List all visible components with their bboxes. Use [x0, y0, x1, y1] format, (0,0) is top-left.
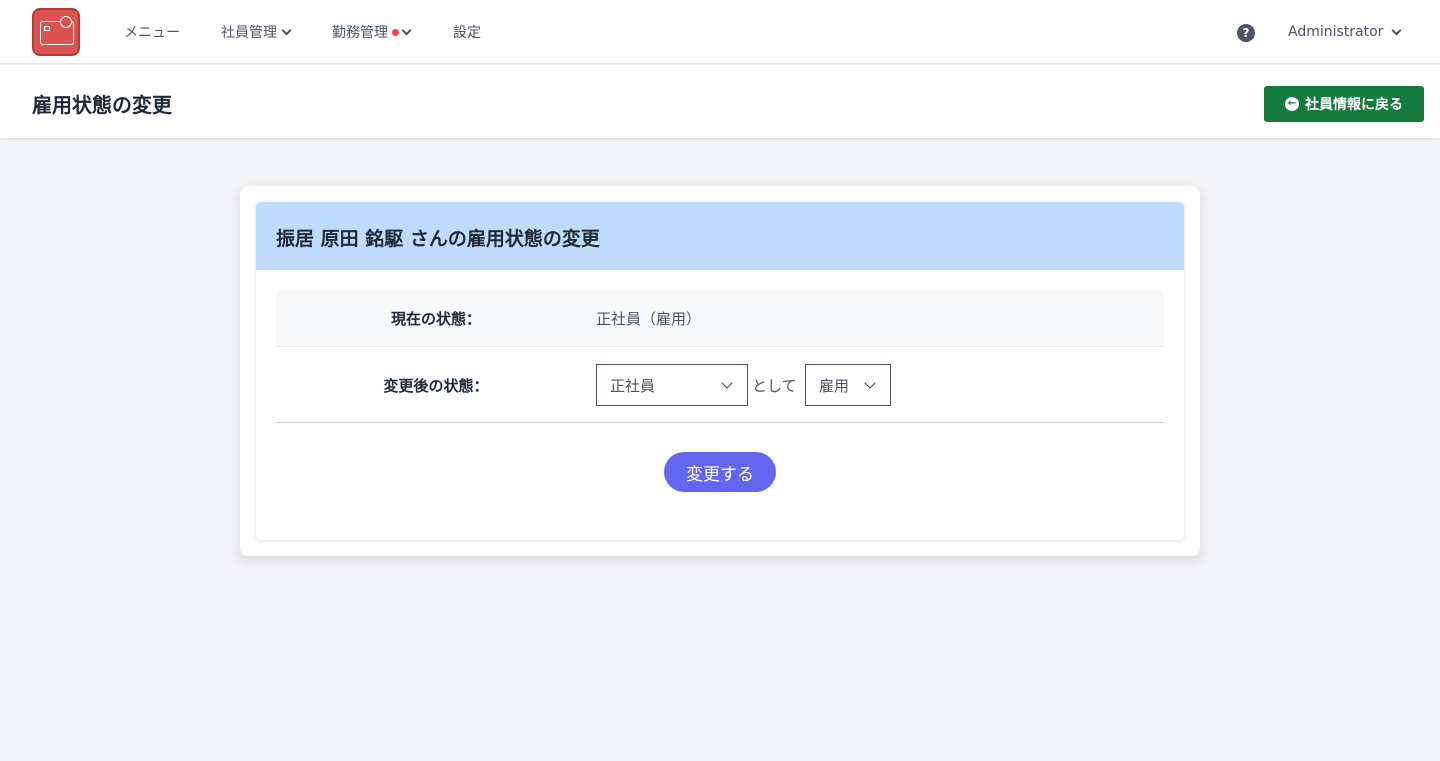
chevron-down-icon — [864, 377, 876, 389]
nav-settings[interactable]: 設定 — [453, 22, 481, 42]
page-title: 雇用状態の変更 — [32, 93, 172, 117]
new-status-label: 変更後の状態： — [383, 377, 489, 395]
nav-employee-management[interactable]: 社員管理 — [221, 22, 292, 42]
notification-dot-icon — [392, 28, 399, 36]
help-icon[interactable]: ? — [1237, 24, 1255, 42]
nav-settings-label: 設定 — [453, 25, 481, 41]
page-header: 雇用状態の変更 ← 社員情報に戻る — [0, 65, 1440, 138]
nav-menu[interactable]: メニュー — [124, 22, 180, 42]
nav-employee-management-label: 社員管理 — [221, 25, 277, 41]
nav-attendance-management-label: 勤務管理 — [332, 25, 388, 41]
card-header: 振居 原田 銘駆 さんの雇用状態の変更 — [256, 202, 1184, 270]
card-title: 振居 原田 銘駆 さんの雇用状態の変更 — [276, 228, 600, 250]
submit-change-button[interactable]: 変更する — [664, 452, 776, 492]
lock-icon — [60, 16, 72, 28]
employee-type-selected: 正社員 — [610, 376, 656, 395]
user-name: Administrator — [1288, 24, 1384, 40]
user-menu[interactable]: Administrator — [1288, 22, 1402, 42]
top-navbar: メニュー 社員管理 勤務管理 設定 ? Administrator — [0, 0, 1440, 64]
back-to-employee-button[interactable]: ← 社員情報に戻る — [1264, 86, 1424, 122]
app-logo[interactable] — [32, 8, 80, 56]
chevron-down-icon — [1391, 25, 1402, 35]
nav-menu-label: メニュー — [124, 25, 180, 41]
as-connector-text: として — [752, 377, 797, 395]
back-button-label: 社員情報に戻る — [1305, 97, 1403, 113]
current-status-value: 正社員（雇用） — [596, 310, 702, 328]
new-status-row: 変更後の状態： 正社員 として 雇用 — [276, 348, 1164, 423]
content-panel: 振居 原田 銘駆 さんの雇用状態の変更 現在の状態： 正社員（雇用） 変更後の状… — [240, 186, 1200, 556]
chevron-down-icon — [281, 25, 292, 35]
current-status-label: 現在の状態： — [390, 310, 481, 328]
employee-type-select[interactable]: 正社員 — [596, 364, 748, 406]
chevron-down-icon — [401, 25, 412, 35]
arrow-left-circle-icon: ← — [1285, 97, 1299, 111]
nav-attendance-management[interactable]: 勤務管理 — [332, 22, 412, 42]
employment-status-selected: 雇用 — [819, 376, 850, 395]
employment-status-select[interactable]: 雇用 — [805, 364, 891, 406]
chip-icon — [44, 26, 50, 31]
chevron-down-icon — [721, 377, 733, 389]
current-status-row: 現在の状態： 正社員（雇用） — [276, 290, 1164, 347]
employment-status-card: 振居 原田 銘駆 さんの雇用状態の変更 現在の状態： 正社員（雇用） 変更後の状… — [256, 202, 1184, 540]
